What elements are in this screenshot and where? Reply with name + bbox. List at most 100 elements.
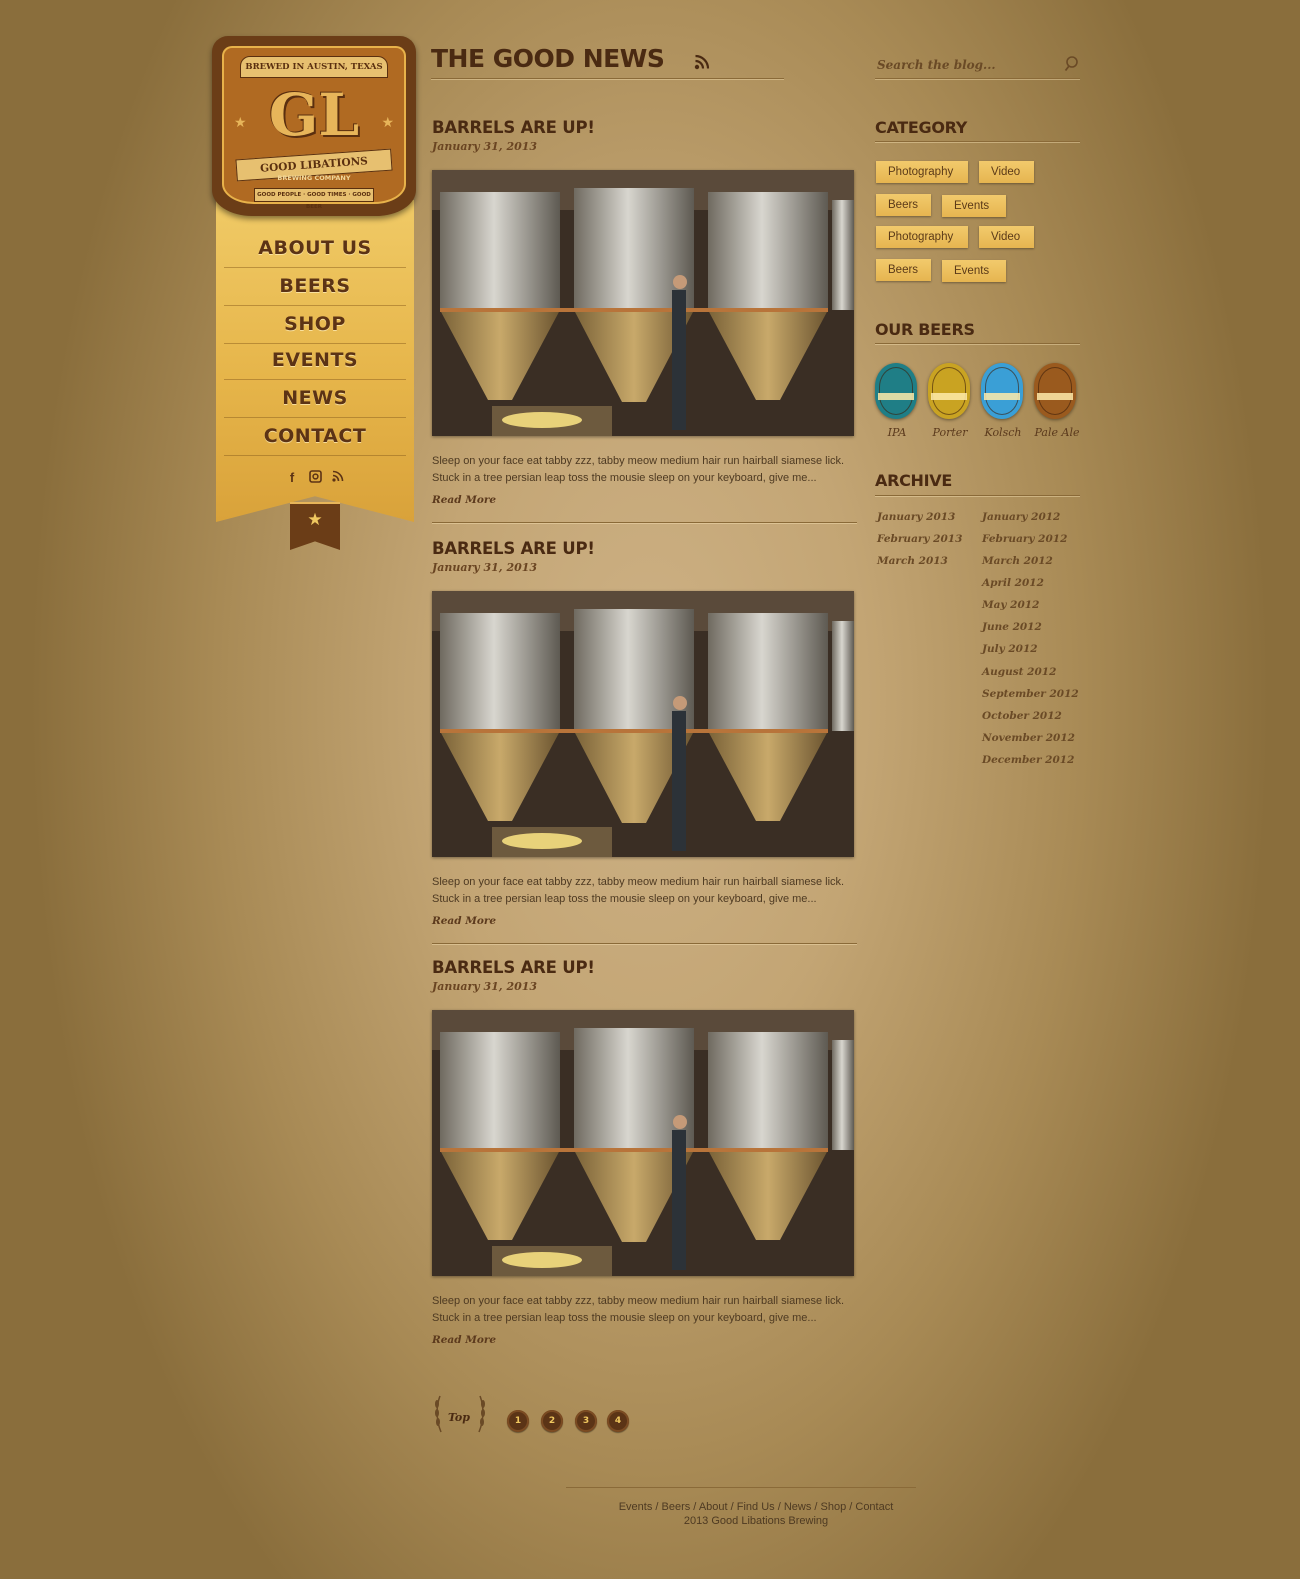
beer-label[interactable]: Pale Ale <box>1031 426 1083 439</box>
category-heading: CATEGORY <box>875 118 968 137</box>
nav-item-events[interactable]: EVENTS <box>224 342 406 380</box>
nav-item-shop[interactable]: SHOP <box>224 306 406 344</box>
beer-badge-porter[interactable] <box>928 363 970 419</box>
archive-link[interactable]: July 2012 <box>982 643 1038 655</box>
post-date: January 31, 2013 <box>432 140 538 153</box>
social-links: f <box>285 470 345 486</box>
nav-item-contact[interactable]: CONTACT <box>224 418 406 456</box>
footer-link-news[interactable]: News <box>784 1501 812 1513</box>
post-excerpt: Sleep on your face eat tabby zzz, tabby … <box>432 874 862 907</box>
star-icon: ★ <box>307 510 323 529</box>
category-tag-beers[interactable]: Beers <box>876 194 931 216</box>
logo-arc-text: BREWED IN AUSTIN, TEXAS <box>240 56 388 78</box>
excerpt-line: Stuck in a tree persian leap toss the mo… <box>432 471 817 484</box>
page-2-button[interactable]: 2 <box>541 1410 563 1432</box>
archive-link[interactable]: April 2012 <box>982 577 1044 589</box>
category-divider <box>875 141 1080 143</box>
archive-link[interactable]: December 2012 <box>982 754 1074 766</box>
search-icon[interactable] <box>1063 55 1081 73</box>
post-title[interactable]: BARRELS ARE UP! <box>432 539 595 558</box>
footer-divider <box>566 1487 916 1488</box>
nav-item-about-us[interactable]: ABOUT US <box>224 230 406 268</box>
beer-label[interactable]: Kolsch <box>977 426 1029 439</box>
top-label: Top <box>448 1411 470 1424</box>
footer-link-contact[interactable]: Contact <box>855 1501 893 1513</box>
category-tag-events[interactable]: Events <box>942 260 1006 282</box>
footer-nav: Events / Beers / About / Find Us / News … <box>618 1501 894 1513</box>
excerpt-line: Sleep on your face eat tabby zzz, tabby … <box>432 1295 845 1307</box>
brewery-tanks-photo <box>432 591 854 857</box>
logo-frame: BREWED IN AUSTIN, TEXAS GL ★ ★ GOOD LIBA… <box>222 46 406 210</box>
beer-label[interactable]: Porter <box>924 426 976 439</box>
star-icon: ★ <box>234 114 247 130</box>
archive-link[interactable]: May 2012 <box>982 599 1039 611</box>
search-input[interactable] <box>875 54 1067 76</box>
footer-link-shop[interactable]: Shop <box>821 1501 847 1513</box>
footer-link-beers[interactable]: Beers <box>662 1501 691 1513</box>
archive-link[interactable]: August 2012 <box>982 666 1056 678</box>
nav-item-beers[interactable]: BEERS <box>224 268 406 306</box>
archive-link[interactable]: November 2012 <box>982 732 1075 744</box>
post-date: January 31, 2013 <box>432 980 538 993</box>
archive-link[interactable]: October 2012 <box>982 710 1062 722</box>
wheat-right-icon <box>478 1395 485 1433</box>
footer-link-events[interactable]: Events <box>619 1501 653 1513</box>
logo-motto: GOOD PEOPLE · GOOD TIMES · GOOD BEER <box>254 188 374 210</box>
category-tag-photography[interactable]: Photography <box>876 226 968 248</box>
archive-link[interactable]: March 2013 <box>877 555 948 567</box>
page-1-button[interactable]: 1 <box>507 1410 529 1432</box>
facebook-icon[interactable]: f <box>285 470 299 486</box>
beer-label[interactable]: IPA <box>871 426 923 439</box>
nav-ribbon: ★ <box>290 502 340 550</box>
post-title[interactable]: BARRELS ARE UP! <box>432 958 595 977</box>
back-to-top-button[interactable]: Top <box>432 1394 488 1434</box>
post-date: January 31, 2013 <box>432 561 538 574</box>
footer-link-find-us[interactable]: Find Us <box>737 1501 775 1513</box>
archive-link[interactable]: September 2012 <box>982 688 1079 700</box>
archive-divider <box>875 495 1080 497</box>
excerpt-line: Stuck in a tree persian leap toss the mo… <box>432 1311 817 1324</box>
excerpt-line: Sleep on your face eat tabby zzz, tabby … <box>432 455 845 467</box>
brewery-tanks-photo <box>432 170 854 436</box>
page-title: THE GOOD NEWS <box>431 44 665 73</box>
nav-item-news[interactable]: NEWS <box>224 380 406 418</box>
read-more-link[interactable]: Read More <box>432 1334 496 1346</box>
category-tag-beers[interactable]: Beers <box>876 259 931 281</box>
beer-badge-pale-ale[interactable] <box>1034 363 1076 419</box>
post-divider <box>432 522 857 524</box>
brand-logo[interactable]: BREWED IN AUSTIN, TEXAS GL ★ ★ GOOD LIBA… <box>212 36 416 216</box>
read-more-link[interactable]: Read More <box>432 494 496 506</box>
post-divider <box>432 943 857 945</box>
post-excerpt: Sleep on your face eat tabby zzz, tabby … <box>432 1293 862 1326</box>
footer-link-about[interactable]: About <box>699 1501 728 1513</box>
page-4-button[interactable]: 4 <box>607 1410 629 1432</box>
footer-copyright: 2013 Good Libations Brewing <box>683 1515 829 1527</box>
beers-divider <box>875 343 1080 345</box>
archive-link[interactable]: February 2013 <box>877 533 962 545</box>
archive-link[interactable]: January 2012 <box>982 511 1060 523</box>
post-image[interactable] <box>432 1010 854 1276</box>
archive-heading: ARCHIVE <box>875 471 953 490</box>
search-divider <box>875 78 1080 80</box>
category-tag-events[interactable]: Events <box>942 195 1006 217</box>
archive-link[interactable]: June 2012 <box>982 621 1042 633</box>
page-3-button[interactable]: 3 <box>575 1410 597 1432</box>
archive-link[interactable]: January 2013 <box>877 511 955 523</box>
beer-badge-ipa[interactable] <box>875 363 917 419</box>
excerpt-line: Sleep on your face eat tabby zzz, tabby … <box>432 876 845 888</box>
archive-link[interactable]: February 2012 <box>982 533 1067 545</box>
post-title[interactable]: BARRELS ARE UP! <box>432 118 595 137</box>
post-image[interactable] <box>432 170 854 436</box>
archive-link[interactable]: March 2012 <box>982 555 1053 567</box>
beer-badge-kolsch[interactable] <box>981 363 1023 419</box>
category-tag-video[interactable]: Video <box>979 226 1034 248</box>
category-tag-photography[interactable]: Photography <box>876 161 968 183</box>
read-more-link[interactable]: Read More <box>432 915 496 927</box>
category-tag-video[interactable]: Video <box>979 161 1034 183</box>
brewery-tanks-photo <box>432 1010 854 1276</box>
excerpt-line: Stuck in a tree persian leap toss the mo… <box>432 892 817 905</box>
rss-icon[interactable] <box>331 470 345 486</box>
instagram-icon[interactable] <box>308 470 322 486</box>
rss-feed-icon[interactable] <box>694 54 710 70</box>
post-image[interactable] <box>432 591 854 857</box>
